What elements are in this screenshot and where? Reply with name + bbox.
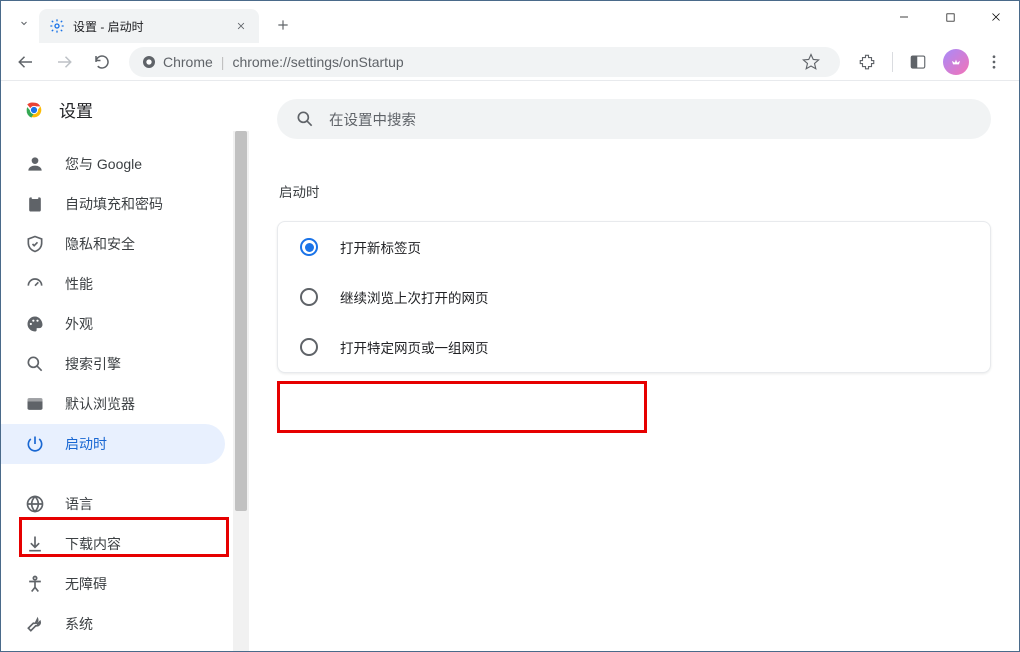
side-panel-icon[interactable]: [901, 46, 935, 78]
radio-option-new-tab[interactable]: 打开新标签页: [278, 222, 990, 272]
sidebar-scrollbar[interactable]: [233, 131, 249, 651]
scrollbar-thumb[interactable]: [235, 131, 247, 511]
radio-option-specific-pages[interactable]: 打开特定网页或一组网页: [278, 322, 990, 372]
radio-icon: [300, 238, 318, 256]
search-placeholder: 在设置中搜索: [329, 109, 416, 130]
extensions-icon[interactable]: [850, 46, 884, 78]
divider: [1, 464, 233, 484]
search-settings-input[interactable]: 在设置中搜索: [277, 99, 991, 139]
radio-option-continue[interactable]: 继续浏览上次打开的网页: [278, 272, 990, 322]
sidebar-item-appearance[interactable]: 外观: [1, 304, 225, 344]
accessibility-icon: [25, 574, 45, 594]
search-icon: [295, 109, 315, 129]
sidebar-item-label: 搜索引擎: [65, 354, 121, 374]
section-title: 启动时: [277, 181, 991, 201]
chrome-logo-icon: [23, 99, 45, 121]
sidebar-item-on-startup[interactable]: 启动时: [1, 424, 225, 464]
annotation-highlight-option: [277, 381, 647, 433]
sidebar-item-label: 系统: [65, 614, 93, 634]
settings-title: 设置: [59, 97, 93, 122]
chrome-icon: [141, 54, 157, 70]
sidebar-item-system[interactable]: 系统: [1, 604, 225, 644]
window-maximize-button[interactable]: [927, 1, 973, 33]
sidebar-item-label: 无障碍: [65, 574, 107, 594]
sidebar-item-label: 下载内容: [65, 534, 121, 554]
sidebar-item-downloads[interactable]: 下载内容: [1, 524, 225, 564]
radio-label: 继续浏览上次打开的网页: [340, 287, 489, 307]
sidebar-item-label: 性能: [65, 274, 93, 294]
sidebar-item-accessibility[interactable]: 无障碍: [1, 564, 225, 604]
menu-button[interactable]: [977, 46, 1011, 78]
url-text: chrome://settings/onStartup: [232, 54, 403, 70]
bookmark-star-icon[interactable]: [794, 46, 828, 78]
sidebar-item-label: 语言: [65, 494, 93, 514]
person-icon: [25, 154, 45, 174]
radio-label: 打开特定网页或一组网页: [340, 337, 489, 357]
sidebar-item-label: 默认浏览器: [65, 394, 135, 414]
address-bar[interactable]: Chrome | chrome://settings/onStartup: [129, 47, 840, 77]
new-tab-button[interactable]: [269, 11, 297, 39]
radio-icon: [300, 338, 318, 356]
search-icon: [25, 354, 45, 374]
back-button[interactable]: [9, 46, 43, 78]
tab-title: 设置 - 启动时: [73, 18, 225, 35]
sidebar-item-performance[interactable]: 性能: [1, 264, 225, 304]
window-close-button[interactable]: [973, 1, 1019, 33]
sidebar-item-label: 自动填充和密码: [65, 194, 163, 214]
sidebar-item-languages[interactable]: 语言: [1, 484, 225, 524]
separator: [892, 52, 893, 72]
tab-search-dropdown[interactable]: [9, 9, 39, 37]
globe-icon: [25, 494, 45, 514]
power-icon: [25, 434, 45, 454]
sidebar-item-label: 启动时: [65, 434, 107, 454]
sidebar-item-you-and-google[interactable]: 您与 Google: [1, 144, 225, 184]
radio-icon: [300, 288, 318, 306]
radio-label: 打开新标签页: [340, 237, 421, 257]
sidebar-item-search-engine[interactable]: 搜索引擎: [1, 344, 225, 384]
gear-icon: [49, 18, 65, 34]
sidebar-item-label: 您与 Google: [65, 154, 142, 174]
sidebar-item-label: 隐私和安全: [65, 234, 135, 254]
forward-button[interactable]: [47, 46, 81, 78]
tab-close-button[interactable]: [233, 18, 249, 34]
clipboard-icon: [25, 194, 45, 214]
browser-tab[interactable]: 设置 - 启动时: [39, 9, 259, 43]
window-minimize-button[interactable]: [881, 1, 927, 33]
sidebar-item-default-browser[interactable]: 默认浏览器: [1, 384, 225, 424]
palette-icon: [25, 314, 45, 334]
chrome-scheme-chip: Chrome: [141, 54, 213, 70]
sidebar-item-privacy[interactable]: 隐私和安全: [1, 224, 225, 264]
profile-avatar[interactable]: [939, 46, 973, 78]
shield-icon: [25, 234, 45, 254]
reload-button[interactable]: [85, 46, 119, 78]
settings-header: 设置: [1, 81, 249, 138]
startup-options-card: 打开新标签页 继续浏览上次打开的网页 打开特定网页或一组网页: [277, 221, 991, 373]
sidebar-item-label: 外观: [65, 314, 93, 334]
browser-icon: [25, 394, 45, 414]
download-icon: [25, 534, 45, 554]
speedometer-icon: [25, 274, 45, 294]
wrench-icon: [25, 614, 45, 634]
sidebar-item-autofill[interactable]: 自动填充和密码: [1, 184, 225, 224]
